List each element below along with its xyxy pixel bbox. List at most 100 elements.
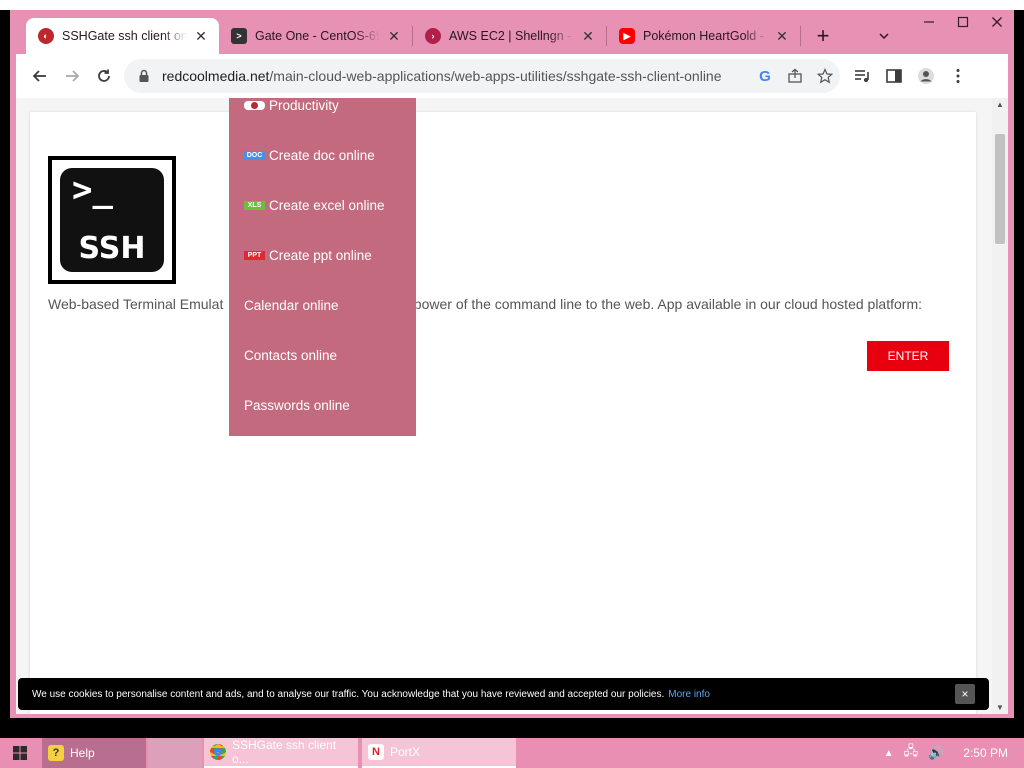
taskbar-portx[interactable]: N PortX bbox=[362, 738, 516, 768]
tab-close-icon[interactable]: ✕ bbox=[386, 28, 402, 44]
maximize-icon bbox=[957, 16, 969, 28]
address-bar[interactable]: redcoolmedia.net/main-cloud-web-applicat… bbox=[124, 59, 840, 93]
taskbar-item-label: SSHGate ssh client o... bbox=[232, 738, 337, 766]
menu-item-label: Passwords online bbox=[244, 398, 350, 413]
browser-toolbar: redcoolmedia.net/main-cloud-web-applicat… bbox=[16, 54, 1008, 98]
taskbar-clock[interactable]: 2:50 PM bbox=[963, 746, 1008, 760]
minimize-button[interactable] bbox=[912, 10, 946, 34]
google-icon[interactable]: G bbox=[750, 61, 780, 91]
menu-item-label: Create ppt online bbox=[269, 248, 372, 263]
tab-title: SSHGate ssh client online bbox=[62, 29, 187, 43]
desktop-right-strip bbox=[1014, 108, 1024, 738]
system-tray: ▲ 🖧 🔊 2:50 PM bbox=[879, 738, 1024, 768]
sshgate-red-icon: ◐ bbox=[38, 28, 54, 44]
ssh-logo-text: SSH bbox=[78, 231, 146, 266]
tab-strip: ◐ SSHGate ssh client online ✕ > Gate One… bbox=[26, 18, 839, 54]
menu-item-productivity[interactable]: Productivity bbox=[244, 98, 339, 113]
terminal-icon: > bbox=[231, 28, 247, 44]
cookie-close-button[interactable]: × bbox=[955, 684, 975, 704]
taskbar-blank-slot[interactable] bbox=[148, 738, 202, 768]
scroll-up-arrow-icon[interactable]: ▲ bbox=[996, 100, 1004, 109]
menu-item-label: Calendar online bbox=[244, 298, 339, 313]
scroll-down-arrow-icon[interactable]: ▼ bbox=[996, 703, 1004, 712]
url-host: redcoolmedia.net bbox=[162, 68, 270, 84]
url-text: redcoolmedia.net/main-cloud-web-applicat… bbox=[162, 68, 722, 84]
browser-window: ◐ SSHGate ssh client online ✕ > Gate One… bbox=[10, 10, 1014, 718]
playlist-icon bbox=[855, 70, 869, 82]
maximize-button[interactable] bbox=[946, 10, 980, 34]
menu-item-create-excel[interactable]: XLS Create excel online bbox=[244, 198, 385, 213]
ssh-logo: >_ SSH bbox=[48, 156, 176, 284]
side-panel-icon bbox=[886, 69, 902, 83]
close-window-button[interactable] bbox=[980, 10, 1014, 34]
reload-button[interactable] bbox=[88, 60, 120, 92]
enter-button[interactable]: ENTER bbox=[867, 341, 949, 371]
menu-item-label: Create doc online bbox=[269, 148, 375, 163]
tab-search-button[interactable] bbox=[872, 24, 896, 48]
menu-button[interactable] bbox=[942, 60, 974, 92]
reload-icon bbox=[98, 69, 110, 82]
tab-gate-one[interactable]: > Gate One - CentOS-69-64 ✕ bbox=[219, 18, 412, 54]
profile-avatar-icon bbox=[918, 68, 934, 84]
tab-close-icon[interactable]: ✕ bbox=[774, 28, 790, 44]
tab-close-icon[interactable]: ✕ bbox=[580, 28, 596, 44]
desktop-top-strip bbox=[0, 0, 1024, 10]
tab-separator bbox=[800, 26, 801, 46]
volume-icon[interactable]: 🔊 bbox=[928, 745, 944, 761]
help-icon: ? bbox=[48, 745, 64, 761]
menu-item-calendar[interactable]: Calendar online bbox=[244, 298, 339, 313]
lock-icon bbox=[139, 69, 149, 82]
plus-icon: + bbox=[816, 23, 830, 48]
page-viewport: >_ SSH Web-based Terminal Emulat he power… bbox=[16, 98, 1008, 714]
taskbar-item-label: PortX bbox=[390, 745, 421, 759]
windows-logo-icon bbox=[13, 746, 27, 760]
xls-icon: XLS bbox=[244, 201, 265, 210]
chevron-down-icon bbox=[879, 33, 889, 40]
doc-icon: DOC bbox=[244, 151, 265, 160]
tab-title: Gate One - CentOS-69-64 bbox=[255, 29, 380, 43]
menu-item-contacts[interactable]: Contacts online bbox=[244, 348, 337, 363]
tray-expand-icon[interactable]: ▲ bbox=[884, 748, 894, 759]
side-panel-button[interactable] bbox=[878, 60, 910, 92]
minimize-icon bbox=[924, 21, 934, 23]
menu-item-passwords[interactable]: Passwords online bbox=[244, 398, 350, 413]
taskbar-item-label: Help bbox=[70, 746, 95, 760]
taskbar-chrome[interactable]: SSHGate ssh client o... bbox=[204, 738, 358, 768]
cookie-consent-bar: We use cookies to personalise content an… bbox=[18, 678, 989, 710]
tab-title: Pokémon HeartGold - Gameplay bbox=[643, 29, 768, 43]
forward-button[interactable] bbox=[56, 60, 88, 92]
tab-close-icon[interactable]: ✕ bbox=[193, 28, 209, 44]
tab-pokemon[interactable]: ▶ Pokémon HeartGold - Gameplay ✕ bbox=[607, 18, 800, 54]
profile-button[interactable] bbox=[910, 60, 942, 92]
ssh-logo-prompt: >_ bbox=[72, 170, 113, 210]
more-info-link[interactable]: More info bbox=[668, 689, 710, 700]
app-description: Web-based Terminal Emulat he power of the… bbox=[48, 296, 922, 312]
taskbar-help[interactable]: ? Help bbox=[42, 738, 146, 768]
desktop-left-strip bbox=[0, 108, 10, 738]
new-tab-button[interactable]: + bbox=[807, 18, 839, 54]
menu-item-label: Productivity bbox=[269, 98, 339, 113]
chrome-icon bbox=[210, 744, 226, 760]
network-icon[interactable]: 🖧 bbox=[904, 742, 919, 764]
arrow-right-icon bbox=[66, 70, 80, 82]
window-controls bbox=[912, 10, 1014, 34]
tab-title: AWS EC2 | Shellngn - Web bbox=[449, 29, 574, 43]
menu-item-label: Contacts online bbox=[244, 348, 338, 363]
close-icon bbox=[992, 17, 1002, 27]
menu-item-create-ppt[interactable]: PPT Create ppt online bbox=[244, 248, 372, 263]
tab-shellngn[interactable]: › AWS EC2 | Shellngn - Web ✕ bbox=[413, 18, 606, 54]
scrollbar-thumb[interactable] bbox=[995, 134, 1005, 244]
back-button[interactable] bbox=[24, 60, 56, 92]
cookie-text: We use cookies to personalise content an… bbox=[32, 688, 665, 700]
menu-item-create-doc[interactable]: DOC Create doc online bbox=[244, 148, 375, 163]
youtube-icon: ▶ bbox=[619, 28, 635, 44]
productivity-icon bbox=[244, 101, 265, 110]
tab-sshgate[interactable]: ◐ SSHGate ssh client online ✕ bbox=[26, 18, 219, 54]
shellngn-icon: › bbox=[425, 28, 441, 44]
page-scrollbar[interactable]: ▲ ▼ bbox=[992, 98, 1008, 714]
start-button[interactable] bbox=[0, 738, 40, 768]
bookmark-star-icon[interactable] bbox=[810, 61, 840, 91]
reading-list-button[interactable] bbox=[846, 60, 878, 92]
share-icon[interactable] bbox=[780, 61, 810, 91]
description-left: Web-based Terminal Emulat bbox=[48, 296, 224, 312]
